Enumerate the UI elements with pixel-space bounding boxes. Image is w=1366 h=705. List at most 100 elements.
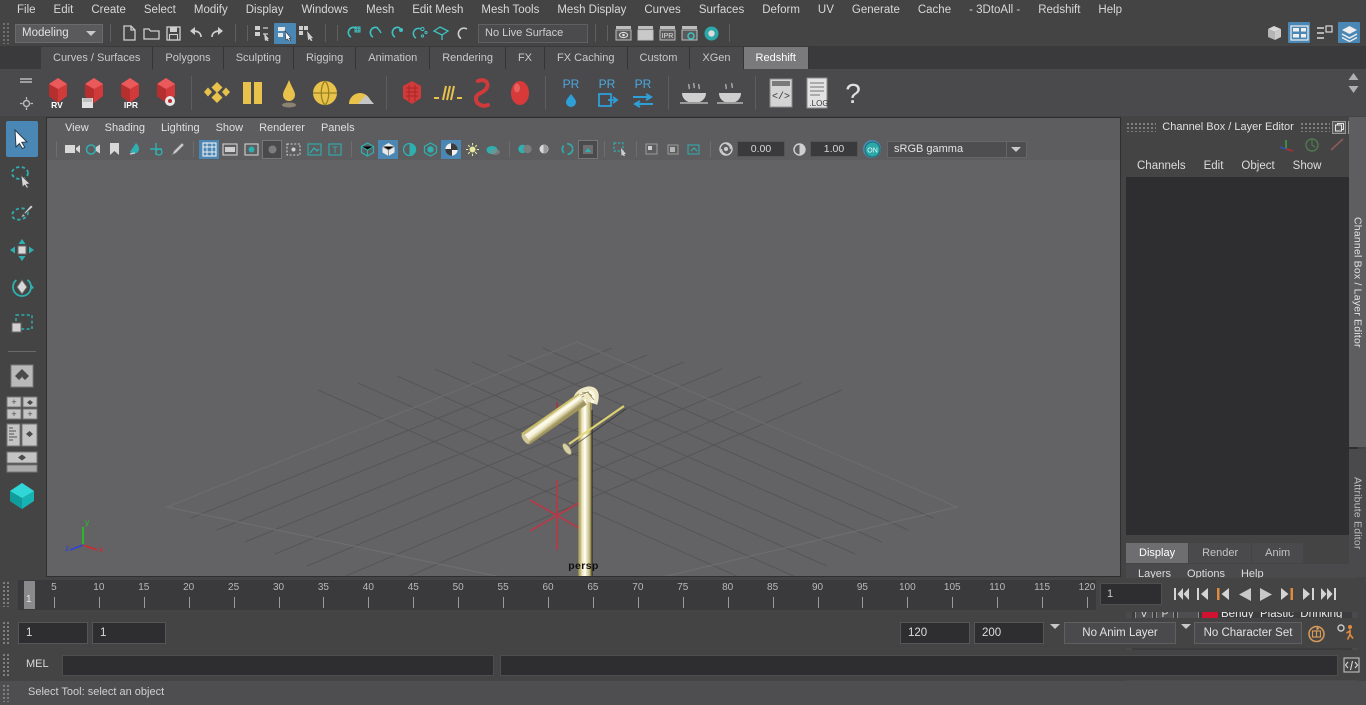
manipulator-axis-icon[interactable] xyxy=(1278,137,1296,152)
move-tool[interactable] xyxy=(6,232,38,268)
menu-windows[interactable]: Windows xyxy=(292,1,357,19)
camera-attributes-icon[interactable] xyxy=(83,140,103,159)
menu-display[interactable]: Display xyxy=(237,1,293,19)
menu-edit-mesh[interactable]: Edit Mesh xyxy=(403,1,472,19)
show-hide-modeling-icon[interactable] xyxy=(1263,22,1285,43)
menu-curves[interactable]: Curves xyxy=(635,1,689,19)
snap-view-plane-icon[interactable] xyxy=(408,23,430,44)
viewport-menu-view[interactable]: View xyxy=(57,119,97,137)
channel-box-menu-object[interactable]: Object xyxy=(1232,158,1283,174)
shelf-tab-sculpting[interactable]: Sculpting xyxy=(223,47,294,69)
ao-icon[interactable] xyxy=(515,140,535,159)
range-slider-grip[interactable] xyxy=(2,621,10,645)
maximize-button[interactable] xyxy=(1332,120,1346,134)
shelf-tab-redshift[interactable]: Redshift xyxy=(743,47,809,69)
render-settings-icon[interactable] xyxy=(678,23,700,44)
shelf-tab-fx[interactable]: FX xyxy=(505,47,546,69)
redshift-light-dome-icon[interactable] xyxy=(272,73,306,113)
color-management-selector[interactable]: sRGB gamma xyxy=(887,140,1027,158)
use-all-lights-icon[interactable] xyxy=(462,140,482,159)
character-set-selector[interactable]: No Character Set xyxy=(1194,622,1302,644)
gamma-field[interactable]: 1.00 xyxy=(810,141,858,157)
redshift-help-icon[interactable]: ? xyxy=(836,73,870,113)
redshift-hair-icon[interactable] xyxy=(431,73,465,113)
shelf-scroll-arrows[interactable] xyxy=(1347,72,1360,94)
shelf-tab-fx-caching[interactable]: FX Caching xyxy=(545,47,628,69)
redshift-sphere-icon[interactable] xyxy=(503,73,537,113)
go-to-start-icon[interactable] xyxy=(1172,583,1191,605)
tab-render[interactable]: Render xyxy=(1189,543,1252,563)
grab-screenshot-icon[interactable] xyxy=(610,140,630,159)
menu-surfaces[interactable]: Surfaces xyxy=(690,1,753,19)
depth-of-field-icon[interactable] xyxy=(557,140,577,159)
redshift-proxy-icon[interactable] xyxy=(395,73,429,113)
menu-mesh[interactable]: Mesh xyxy=(357,1,403,19)
film-origin-icon[interactable] xyxy=(283,140,303,159)
shelf-options-icon[interactable] xyxy=(16,93,36,113)
redshift-render-sequence-icon[interactable] xyxy=(77,73,111,113)
rotate-tool[interactable] xyxy=(6,269,38,305)
smooth-shade-icon[interactable] xyxy=(399,140,419,159)
panel-grip[interactable] xyxy=(1126,122,1156,132)
animation-preferences-icon[interactable] xyxy=(1336,623,1357,649)
shelf-tab-rigging[interactable]: Rigging xyxy=(293,47,357,69)
viewport-menu-lighting[interactable]: Lighting xyxy=(153,119,208,137)
playback-end-time-field[interactable]: 120 xyxy=(900,622,970,644)
single-perspective-layout[interactable] xyxy=(6,449,38,475)
snap-live-icon[interactable] xyxy=(430,23,452,44)
redshift-log-icon[interactable]: .LOG xyxy=(800,73,834,113)
text-annotation-icon[interactable]: T xyxy=(325,140,345,159)
channel-box-menu-show[interactable]: Show xyxy=(1284,158,1331,174)
menu-generate[interactable]: Generate xyxy=(843,1,909,19)
shadow-flags-icon[interactable] xyxy=(684,140,704,159)
last-tool-used[interactable] xyxy=(6,358,38,394)
time-slider[interactable]: 1 5 10 15 20 25 30 35 40 45 50 55 60 65 70 75 80 85 90 95 1… xyxy=(18,580,1096,610)
select-tool[interactable] xyxy=(6,121,38,157)
current-frame-field[interactable]: 1 xyxy=(1100,583,1162,605)
menu-deform[interactable]: Deform xyxy=(753,1,809,19)
redshift-volume-icon[interactable] xyxy=(344,73,378,113)
tab-anim[interactable]: Anim xyxy=(1252,543,1304,563)
side-tab-attribute-editor[interactable]: Attribute Editor xyxy=(1349,449,1366,577)
gamma-reset-icon[interactable] xyxy=(789,140,809,159)
lasso-select-tool[interactable] xyxy=(6,158,38,194)
step-forward-frame-icon[interactable] xyxy=(1277,583,1296,605)
tab-display[interactable]: Display xyxy=(1126,543,1189,563)
snap-magnet-icon[interactable] xyxy=(452,23,474,44)
stroke-icon[interactable] xyxy=(1328,137,1346,152)
menu-edit[interactable]: Edit xyxy=(45,1,83,19)
render-view-icon[interactable] xyxy=(612,23,634,44)
redshift-material-icon[interactable] xyxy=(200,73,234,113)
step-back-frame-icon[interactable] xyxy=(1214,583,1233,605)
exposure-field[interactable]: 0.00 xyxy=(737,141,785,157)
anim-layer-chevron-icon[interactable] xyxy=(1050,624,1060,647)
menu-mesh-display[interactable]: Mesh Display xyxy=(548,1,635,19)
render-flags-icon[interactable] xyxy=(642,140,662,159)
shelf-menu-icon[interactable] xyxy=(16,72,36,92)
play-forwards-icon[interactable] xyxy=(1256,583,1275,605)
persp-outliner-layout[interactable] xyxy=(6,422,38,448)
step-forward-keyframe-icon[interactable] xyxy=(1298,583,1317,605)
menu-redshift[interactable]: Redshift xyxy=(1029,1,1089,19)
shaded-textured-icon[interactable] xyxy=(420,140,440,159)
snap-grid-icon[interactable] xyxy=(342,23,364,44)
redshift-render-view-icon[interactable]: RV xyxy=(41,73,75,113)
character-set-chevron-icon[interactable] xyxy=(1181,624,1191,647)
grid-toggle-icon[interactable] xyxy=(199,139,219,159)
play-backwards-icon[interactable] xyxy=(1235,583,1254,605)
shelf-tab-xgen[interactable]: XGen xyxy=(690,47,744,69)
redshift-ipr-icon[interactable]: IPR xyxy=(113,73,147,113)
shelf-tab-curves-surfaces[interactable]: Curves / Surfaces xyxy=(41,47,154,69)
menu-file[interactable]: File xyxy=(8,1,45,19)
redshift-script-icon[interactable]: </> xyxy=(764,73,798,113)
panel-grip-right[interactable] xyxy=(1300,122,1330,132)
animation-start-time-field[interactable]: 1 xyxy=(18,622,88,644)
light-flags-icon[interactable] xyxy=(663,140,683,159)
menu-select[interactable]: Select xyxy=(135,1,185,19)
redshift-pr-export-icon[interactable]: PR xyxy=(590,73,624,113)
menu-set-selector[interactable]: Modeling xyxy=(15,23,103,43)
command-line-input[interactable] xyxy=(62,655,494,676)
time-slider-playhead[interactable]: 1 xyxy=(24,581,35,609)
render-region-icon[interactable] xyxy=(634,23,656,44)
go-to-end-icon[interactable] xyxy=(1319,583,1338,605)
